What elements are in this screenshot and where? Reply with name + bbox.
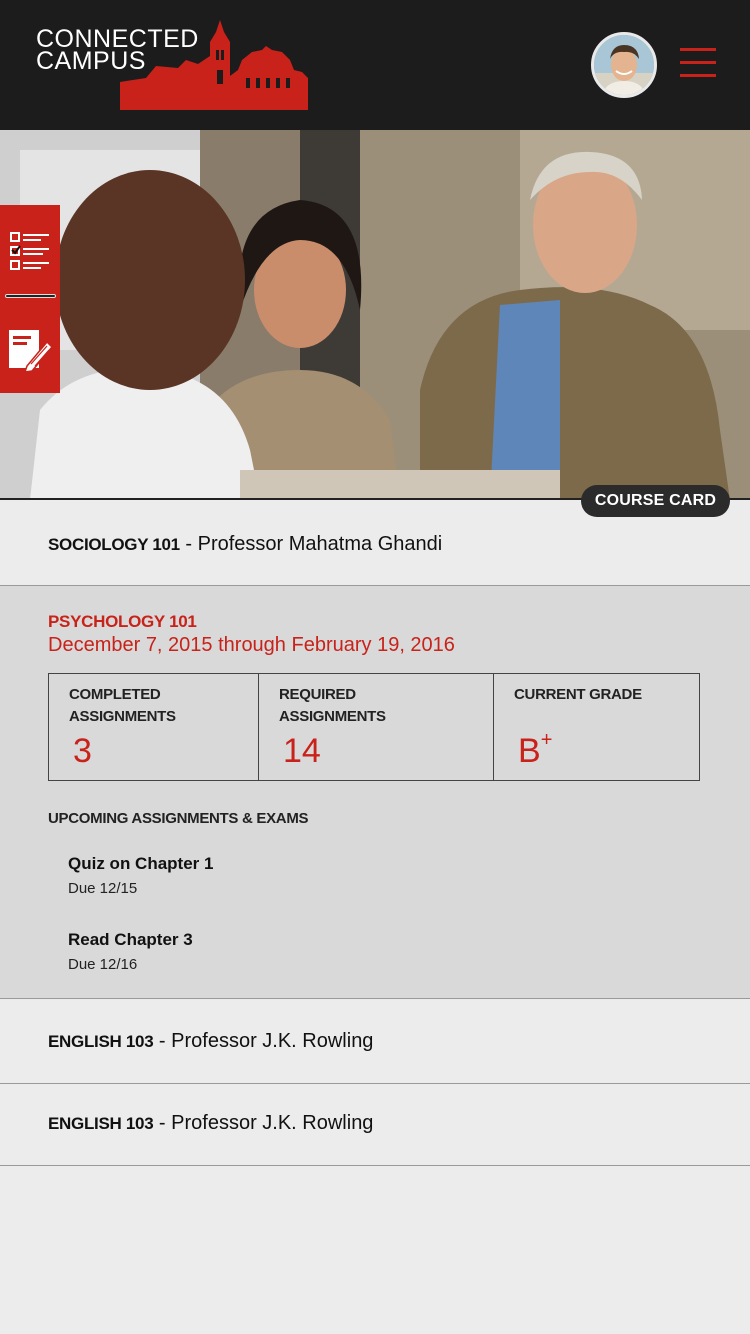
assignment-due-date: Due 12/15 <box>68 880 138 897</box>
course-professor: - Professor Mahatma Ghandi <box>185 533 443 555</box>
stat-value: 14 <box>283 732 321 770</box>
hero-photo <box>0 130 750 500</box>
course-code: ENGLISH 103 <box>48 1032 154 1051</box>
course-row-psychology-expanded: PSYCHOLOGY 101 December 7, 2015 through … <box>0 586 750 999</box>
assignment-item[interactable]: Quiz on Chapter 1 Due 12/15 <box>68 854 213 897</box>
course-row-english-2[interactable]: ENGLISH 103 - Professor J.K. Rowling <box>0 1084 750 1166</box>
assignment-title: Quiz on Chapter 1 <box>68 854 214 873</box>
hamburger-icon <box>680 48 716 51</box>
stat-value-grade: B+ <box>518 728 553 771</box>
connected-campus-logo[interactable]: CONNECTED CAMPUS <box>36 20 316 112</box>
stat-current-grade: CURRENT GRADE B+ <box>494 674 699 780</box>
user-avatar-image <box>594 35 654 95</box>
assignment-item[interactable]: Read Chapter 3 Due 12/16 <box>68 930 193 973</box>
upcoming-section-title: UPCOMING ASSIGNMENTS & EXAMS <box>48 810 309 827</box>
hamburger-menu-button[interactable] <box>680 48 716 78</box>
stat-label: REQUIRED ASSIGNMENTS <box>279 686 386 725</box>
course-code: ENGLISH 103 <box>48 1114 154 1133</box>
stat-value: 3 <box>73 732 92 770</box>
course-row-english-1[interactable]: ENGLISH 103 - Professor J.K. Rowling <box>0 999 750 1084</box>
course-dates: December 7, 2015 through February 19, 20… <box>48 634 455 656</box>
stat-label: COMPLETED ASSIGNMENTS <box>69 686 176 725</box>
course-card-badge[interactable]: COURSE CARD <box>581 485 730 517</box>
course-professor: - Professor J.K. Rowling <box>158 1112 374 1134</box>
user-avatar[interactable] <box>591 32 657 98</box>
assignment-title: Read Chapter 3 <box>68 930 193 949</box>
tool-divider <box>5 294 56 298</box>
grade-letter: B <box>518 732 541 770</box>
campus-skyline-icon <box>120 20 308 110</box>
course-professor: - Professor J.K. Rowling <box>158 1030 374 1052</box>
top-bar: CONNECTED CAMPUS <box>0 0 750 130</box>
course-code[interactable]: PSYCHOLOGY 101 <box>48 612 197 632</box>
hero-illustration <box>0 130 750 498</box>
notepad-edit-icon <box>9 330 53 372</box>
checklist-tool-button[interactable] <box>0 223 60 279</box>
checklist-icon <box>10 232 49 270</box>
side-tool-palette <box>0 205 60 393</box>
stat-label: CURRENT GRADE <box>514 686 642 703</box>
course-row-title: SOCIOLOGY 101 - Professor Mahatma Ghandi <box>48 533 442 556</box>
notepad-tool-button[interactable] <box>0 317 60 381</box>
course-stats-table: COMPLETED ASSIGNMENTS 3 REQUIRED ASSIGNM… <box>48 673 700 781</box>
course-row-title: ENGLISH 103 - Professor J.K. Rowling <box>48 1030 373 1053</box>
grade-modifier: + <box>540 728 553 751</box>
course-row-title: ENGLISH 103 - Professor J.K. Rowling <box>48 1112 373 1135</box>
course-code: SOCIOLOGY 101 <box>48 535 180 554</box>
assignment-due-date: Due 12/16 <box>68 956 138 973</box>
stat-required-assignments: REQUIRED ASSIGNMENTS 14 <box>259 674 494 780</box>
stat-completed-assignments: COMPLETED ASSIGNMENTS 3 <box>49 674 259 780</box>
